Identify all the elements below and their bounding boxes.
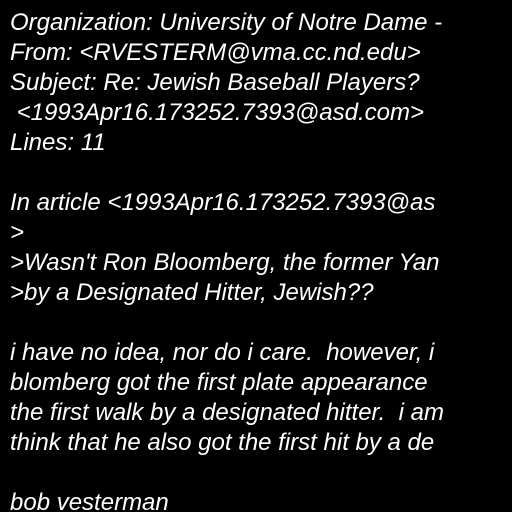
body-line: the first walk by a designated hitter. i…	[10, 399, 444, 426]
document-viewer: Organization: University of Notre Dame -…	[0, 0, 512, 512]
quoted-line: >by a Designated Hitter, Jewish??	[10, 279, 374, 306]
body-line: blomberg got the first plate appearance	[10, 369, 428, 396]
quote-attribution: In article <1993Apr16.173252.7393@as	[10, 189, 436, 216]
header-subject: Subject: Re: Jewish Baseball Players?	[10, 69, 420, 96]
signature: bob vesterman	[10, 489, 169, 512]
header-from: From: <RVESTERM@vma.cc.nd.edu>	[10, 39, 421, 66]
body-line: think that he also got the first hit by …	[10, 429, 435, 456]
quoted-line: >Wasn't Ron Bloomberg, the former Yan	[10, 249, 440, 276]
message-text: Organization: University of Notre Dame -…	[10, 8, 512, 512]
body-line: i have no idea, nor do i care. however, …	[10, 339, 435, 366]
header-lines: Lines: 11	[10, 129, 106, 156]
header-references: <1993Apr16.173252.7393@asd.com>	[10, 99, 425, 126]
header-organization: Organization: University of Notre Dame -	[10, 9, 443, 36]
quoted-line: >	[10, 219, 25, 246]
